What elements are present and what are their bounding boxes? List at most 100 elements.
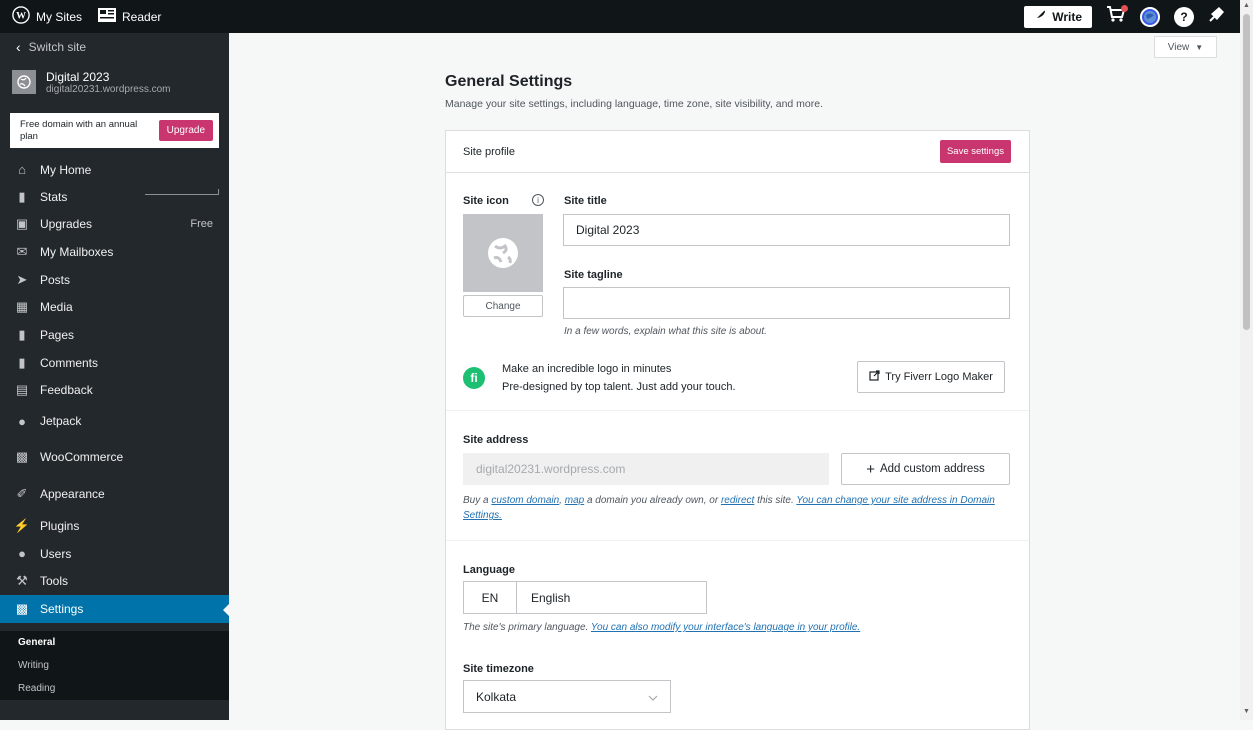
- pin-icon: ➤: [16, 271, 28, 287]
- sidebar-item-upgrades[interactable]: ▣ Upgrades Free: [0, 210, 229, 238]
- stats-sparkline: [145, 189, 219, 195]
- sidebar-item-feedback[interactable]: ▤ Feedback: [0, 376, 229, 403]
- reader-button[interactable]: Reader: [90, 0, 169, 33]
- sidebar-item-tools[interactable]: ⚒ Tools: [0, 567, 229, 595]
- chevron-left-icon: ‹: [16, 39, 21, 55]
- home-icon: ⌂: [18, 162, 26, 177]
- wrench-icon: ⚒: [16, 573, 28, 588]
- sidebar-item-woocommerce[interactable]: ▩ WooCommerce: [0, 439, 229, 475]
- sidebar-item-label: Media: [40, 300, 73, 314]
- sidebar-item-posts[interactable]: ➤ Posts: [0, 266, 229, 293]
- sidebar: ‹ Switch site Digital 2023 digital20231.…: [0, 33, 229, 720]
- help-icon[interactable]: ?: [1174, 6, 1194, 27]
- language-help-text: The site's primary language.: [463, 622, 591, 633]
- sidebar-item-jetpack[interactable]: ● Jetpack: [0, 403, 229, 439]
- view-label: View: [1167, 41, 1190, 53]
- site-title-input[interactable]: Digital 2023: [563, 214, 1010, 246]
- settings-subitem-reading[interactable]: Reading: [0, 677, 229, 700]
- save-settings-button[interactable]: Save settings: [939, 140, 1011, 163]
- settings-subitem-general[interactable]: General: [0, 631, 229, 654]
- custom-domain-link[interactable]: custom domain: [491, 495, 559, 506]
- timezone-value: Kolkata: [476, 689, 517, 704]
- sidebar-item-plugins[interactable]: ⚡ Plugins: [0, 512, 229, 540]
- write-label: Write: [1052, 9, 1082, 24]
- upsell-banner: Free domain with an annual plan Upgrade: [10, 113, 219, 148]
- sidebar-item-my-home[interactable]: ⌂ My Home: [0, 156, 229, 183]
- scrollbar-thumb[interactable]: [1243, 14, 1250, 330]
- view-dropdown[interactable]: View ▼: [1154, 36, 1217, 58]
- sidebar-item-label: Comments: [40, 355, 99, 370]
- my-sites-label: My Sites: [36, 9, 83, 24]
- interface-language-link[interactable]: You can also modify your interface's lan…: [591, 622, 860, 633]
- cart-icon: ▣: [15, 216, 29, 231]
- site-title-label: Site title: [564, 195, 607, 207]
- avatar[interactable]: [1140, 6, 1160, 27]
- sidebar-item-label: Tools: [40, 574, 69, 588]
- feedback-icon: ▤: [15, 381, 29, 397]
- sidebar-item-pages[interactable]: ▮ Pages: [0, 321, 229, 349]
- sidebar-item-label: Appearance: [40, 486, 105, 501]
- sidebar-item-stats[interactable]: ▮ Stats: [0, 183, 229, 210]
- switch-site-link[interactable]: ‹ Switch site: [0, 33, 229, 61]
- main-content: View ▼ General Settings Manage your site…: [229, 33, 1240, 730]
- sidebar-item-users[interactable]: ● Users: [0, 540, 229, 567]
- sidebar-item-settings[interactable]: ▩ Settings: [0, 595, 229, 623]
- language-code: EN: [464, 582, 517, 613]
- site-tagline-input[interactable]: [563, 287, 1010, 319]
- current-site-card[interactable]: Digital 2023 digital20231.wordpress.com: [0, 61, 229, 103]
- tagline-help-text: In a few words, explain what this site i…: [564, 326, 767, 337]
- scroll-up-icon[interactable]: ▲: [1243, 2, 1250, 9]
- language-picker[interactable]: EN English: [463, 581, 707, 614]
- site-icon-label: Site icon: [463, 195, 509, 207]
- scroll-down-icon[interactable]: ▼: [1243, 708, 1250, 715]
- site-address-help: Buy a custom domain, map a domain you al…: [463, 493, 1013, 523]
- redirect-link[interactable]: redirect: [721, 495, 754, 506]
- my-sites-button[interactable]: W My Sites: [0, 0, 90, 33]
- settings-subitem-writing[interactable]: Writing: [0, 654, 229, 677]
- address-help-text-3: a domain you already own, or: [584, 495, 721, 506]
- language-help: The site's primary language. You can als…: [463, 622, 860, 633]
- fiverr-logo-maker-button[interactable]: Try Fiverr Logo Maker: [857, 361, 1005, 393]
- settings-submenu: General Writing Reading: [0, 631, 229, 700]
- settings-icon: ▩: [15, 601, 29, 616]
- site-icon-preview[interactable]: [463, 214, 543, 292]
- reader-label: Reader: [122, 9, 162, 24]
- brush-icon: ✐: [16, 485, 28, 501]
- stats-icon: ▮: [18, 188, 26, 204]
- sidebar-item-label: Jetpack: [40, 414, 82, 428]
- site-name: Digital 2023: [46, 69, 110, 84]
- upsell-text: Free domain with an annual plan: [20, 118, 138, 142]
- language-label: Language: [463, 564, 515, 576]
- wordpress-logo-icon: W: [12, 6, 30, 27]
- sidebar-item-media[interactable]: ▦ Media: [0, 293, 229, 321]
- sidebar-item-appearance[interactable]: ✐ Appearance: [0, 475, 229, 512]
- page-scrollbar[interactable]: ▲ ▼: [1240, 0, 1253, 720]
- sidebar-item-label: Feedback: [40, 382, 93, 397]
- card-heading: Site profile: [463, 145, 515, 158]
- info-icon[interactable]: i: [532, 194, 544, 206]
- page-title: General Settings: [445, 73, 573, 90]
- address-help-text-1: Buy a: [463, 495, 492, 506]
- language-name: English: [531, 590, 571, 605]
- media-icon: ▦: [15, 299, 29, 314]
- page-icon: ▮: [18, 327, 26, 342]
- sidebar-item-label: Stats: [40, 189, 68, 204]
- sidebar-item-comments[interactable]: ▮ Comments: [0, 349, 229, 376]
- notifications-icon[interactable]: [1208, 5, 1226, 28]
- fiverr-logo-icon: fi: [463, 367, 485, 389]
- add-custom-address-label: Add custom address: [879, 463, 985, 475]
- sidebar-item-badge: Free: [190, 218, 213, 230]
- change-icon-button[interactable]: Change: [463, 295, 543, 317]
- sidebar-item-my-mailboxes[interactable]: ✉ My Mailboxes: [0, 238, 229, 266]
- sidebar-nav: ⌂ My Home ▮ Stats ▣ Upgrades Free ✉ My Mailboxes…: [0, 156, 229, 623]
- site-tagline-label: Site tagline: [564, 269, 623, 281]
- add-custom-address-button[interactable]: + Add custom address: [841, 453, 1010, 485]
- site-address-label: Site address: [463, 434, 529, 446]
- upgrade-button[interactable]: Upgrade: [158, 120, 213, 141]
- write-button[interactable]: Write: [1024, 5, 1092, 28]
- cart-notification-dot: [1121, 5, 1128, 12]
- page-subtitle: Manage your site settings, including lan…: [445, 98, 824, 110]
- cart-button[interactable]: [1106, 5, 1128, 28]
- map-domain-link[interactable]: map: [565, 495, 584, 506]
- timezone-select[interactable]: Kolkata: [463, 680, 671, 713]
